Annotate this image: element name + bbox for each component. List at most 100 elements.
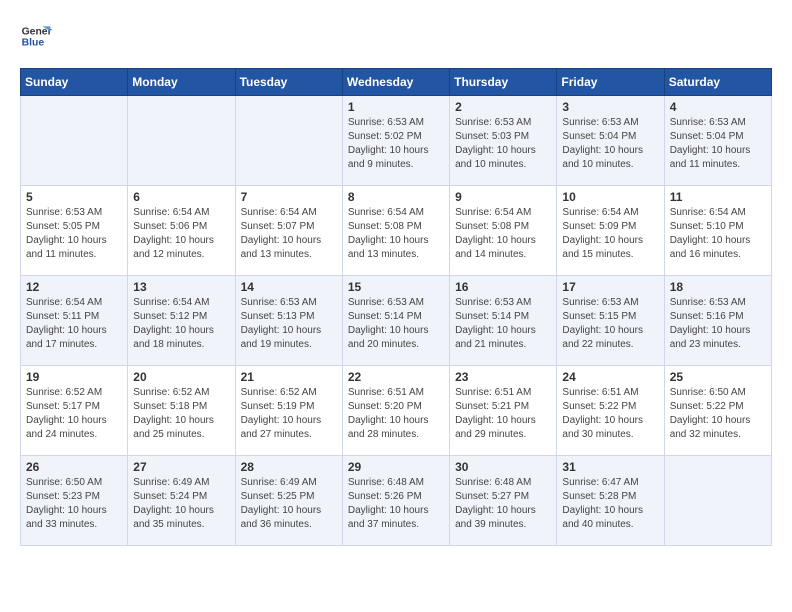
- day-info: Sunrise: 6:53 AM Sunset: 5:02 PM Dayligh…: [348, 116, 444, 172]
- calendar-cell: [235, 96, 342, 186]
- calendar-week-row: 19 Sunrise: 6:52 AM Sunset: 5:17 PM Dayli…: [21, 366, 772, 456]
- day-info: Sunrise: 6:48 AM Sunset: 5:26 PM Dayligh…: [348, 476, 444, 532]
- calendar-cell: 10 Sunrise: 6:54 AM Sunset: 5:09 PM Dayli…: [557, 186, 664, 276]
- day-number: 8: [348, 190, 444, 204]
- day-info: Sunrise: 6:49 AM Sunset: 5:24 PM Dayligh…: [133, 476, 229, 532]
- day-number: 26: [26, 460, 122, 474]
- logo: General Blue: [20, 20, 52, 52]
- calendar-cell: 4 Sunrise: 6:53 AM Sunset: 5:04 PM Daylig…: [664, 96, 771, 186]
- day-info: Sunrise: 6:54 AM Sunset: 5:08 PM Dayligh…: [348, 206, 444, 262]
- day-info: Sunrise: 6:49 AM Sunset: 5:25 PM Dayligh…: [241, 476, 337, 532]
- calendar-cell: 3 Sunrise: 6:53 AM Sunset: 5:04 PM Daylig…: [557, 96, 664, 186]
- day-info: Sunrise: 6:53 AM Sunset: 5:16 PM Dayligh…: [670, 296, 766, 352]
- calendar-cell: 19 Sunrise: 6:52 AM Sunset: 5:17 PM Dayli…: [21, 366, 128, 456]
- calendar-cell: 11 Sunrise: 6:54 AM Sunset: 5:10 PM Dayli…: [664, 186, 771, 276]
- calendar-cell: 13 Sunrise: 6:54 AM Sunset: 5:12 PM Dayli…: [128, 276, 235, 366]
- day-header-sunday: Sunday: [21, 69, 128, 96]
- day-number: 23: [455, 370, 551, 384]
- day-number: 22: [348, 370, 444, 384]
- day-number: 29: [348, 460, 444, 474]
- day-header-saturday: Saturday: [664, 69, 771, 96]
- calendar-header-row: SundayMondayTuesdayWednesdayThursdayFrid…: [21, 69, 772, 96]
- day-number: 11: [670, 190, 766, 204]
- day-info: Sunrise: 6:54 AM Sunset: 5:09 PM Dayligh…: [562, 206, 658, 262]
- day-info: Sunrise: 6:53 AM Sunset: 5:13 PM Dayligh…: [241, 296, 337, 352]
- day-info: Sunrise: 6:50 AM Sunset: 5:22 PM Dayligh…: [670, 386, 766, 442]
- day-info: Sunrise: 6:50 AM Sunset: 5:23 PM Dayligh…: [26, 476, 122, 532]
- day-number: 13: [133, 280, 229, 294]
- page-header: General Blue: [20, 20, 772, 52]
- calendar-cell: 24 Sunrise: 6:51 AM Sunset: 5:22 PM Dayli…: [557, 366, 664, 456]
- calendar-cell: 15 Sunrise: 6:53 AM Sunset: 5:14 PM Dayli…: [342, 276, 449, 366]
- day-header-monday: Monday: [128, 69, 235, 96]
- day-number: 9: [455, 190, 551, 204]
- day-header-thursday: Thursday: [450, 69, 557, 96]
- day-number: 17: [562, 280, 658, 294]
- day-header-wednesday: Wednesday: [342, 69, 449, 96]
- day-number: 16: [455, 280, 551, 294]
- day-info: Sunrise: 6:52 AM Sunset: 5:18 PM Dayligh…: [133, 386, 229, 442]
- day-info: Sunrise: 6:47 AM Sunset: 5:28 PM Dayligh…: [562, 476, 658, 532]
- day-info: Sunrise: 6:53 AM Sunset: 5:05 PM Dayligh…: [26, 206, 122, 262]
- calendar-cell: 8 Sunrise: 6:54 AM Sunset: 5:08 PM Daylig…: [342, 186, 449, 276]
- calendar-cell: 28 Sunrise: 6:49 AM Sunset: 5:25 PM Dayli…: [235, 456, 342, 546]
- calendar-cell: 23 Sunrise: 6:51 AM Sunset: 5:21 PM Dayli…: [450, 366, 557, 456]
- day-header-friday: Friday: [557, 69, 664, 96]
- day-number: 20: [133, 370, 229, 384]
- day-number: 21: [241, 370, 337, 384]
- day-number: 6: [133, 190, 229, 204]
- day-number: 25: [670, 370, 766, 384]
- day-info: Sunrise: 6:53 AM Sunset: 5:04 PM Dayligh…: [670, 116, 766, 172]
- calendar-cell: 6 Sunrise: 6:54 AM Sunset: 5:06 PM Daylig…: [128, 186, 235, 276]
- calendar-week-row: 5 Sunrise: 6:53 AM Sunset: 5:05 PM Daylig…: [21, 186, 772, 276]
- day-info: Sunrise: 6:54 AM Sunset: 5:12 PM Dayligh…: [133, 296, 229, 352]
- day-info: Sunrise: 6:54 AM Sunset: 5:11 PM Dayligh…: [26, 296, 122, 352]
- calendar-cell: 22Sunrise: 6:51 AM Sunset: 5:20 PM Dayli…: [342, 366, 449, 456]
- calendar-cell: 12 Sunrise: 6:54 AM Sunset: 5:11 PM Dayli…: [21, 276, 128, 366]
- calendar-week-row: 12 Sunrise: 6:54 AM Sunset: 5:11 PM Dayli…: [21, 276, 772, 366]
- day-info: Sunrise: 6:54 AM Sunset: 5:07 PM Dayligh…: [241, 206, 337, 262]
- day-info: Sunrise: 6:53 AM Sunset: 5:03 PM Dayligh…: [455, 116, 551, 172]
- calendar-body: 1Sunrise: 6:53 AM Sunset: 5:02 PM Daylig…: [21, 96, 772, 546]
- day-number: 15: [348, 280, 444, 294]
- svg-text:Blue: Blue: [22, 38, 45, 49]
- day-info: Sunrise: 6:53 AM Sunset: 5:04 PM Dayligh…: [562, 116, 658, 172]
- calendar-table: SundayMondayTuesdayWednesdayThursdayFrid…: [20, 68, 772, 546]
- calendar-cell: 16Sunrise: 6:53 AM Sunset: 5:14 PM Dayli…: [450, 276, 557, 366]
- day-number: 7: [241, 190, 337, 204]
- calendar-cell: 1Sunrise: 6:53 AM Sunset: 5:02 PM Daylig…: [342, 96, 449, 186]
- calendar-week-row: 1Sunrise: 6:53 AM Sunset: 5:02 PM Daylig…: [21, 96, 772, 186]
- day-number: 2: [455, 100, 551, 114]
- day-header-tuesday: Tuesday: [235, 69, 342, 96]
- calendar-cell: 7 Sunrise: 6:54 AM Sunset: 5:07 PM Daylig…: [235, 186, 342, 276]
- day-info: Sunrise: 6:53 AM Sunset: 5:14 PM Dayligh…: [348, 296, 444, 352]
- calendar-cell: 18Sunrise: 6:53 AM Sunset: 5:16 PM Dayli…: [664, 276, 771, 366]
- logo-icon: General Blue: [20, 20, 52, 52]
- day-info: Sunrise: 6:54 AM Sunset: 5:10 PM Dayligh…: [670, 206, 766, 262]
- day-number: 3: [562, 100, 658, 114]
- day-info: Sunrise: 6:52 AM Sunset: 5:17 PM Dayligh…: [26, 386, 122, 442]
- day-info: Sunrise: 6:54 AM Sunset: 5:06 PM Dayligh…: [133, 206, 229, 262]
- calendar-cell: 21Sunrise: 6:52 AM Sunset: 5:19 PM Dayli…: [235, 366, 342, 456]
- calendar-cell: 31 Sunrise: 6:47 AM Sunset: 5:28 PM Dayli…: [557, 456, 664, 546]
- day-number: 10: [562, 190, 658, 204]
- day-number: 31: [562, 460, 658, 474]
- day-number: 24: [562, 370, 658, 384]
- calendar-cell: 26 Sunrise: 6:50 AM Sunset: 5:23 PM Dayli…: [21, 456, 128, 546]
- calendar-cell: 27Sunrise: 6:49 AM Sunset: 5:24 PM Dayli…: [128, 456, 235, 546]
- calendar-cell: 14 Sunrise: 6:53 AM Sunset: 5:13 PM Dayli…: [235, 276, 342, 366]
- calendar-cell: 9Sunrise: 6:54 AM Sunset: 5:08 PM Daylig…: [450, 186, 557, 276]
- day-info: Sunrise: 6:51 AM Sunset: 5:21 PM Dayligh…: [455, 386, 551, 442]
- day-number: 4: [670, 100, 766, 114]
- day-number: 30: [455, 460, 551, 474]
- day-number: 28: [241, 460, 337, 474]
- calendar-cell: 29 Sunrise: 6:48 AM Sunset: 5:26 PM Dayli…: [342, 456, 449, 546]
- day-number: 14: [241, 280, 337, 294]
- calendar-cell: 20 Sunrise: 6:52 AM Sunset: 5:18 PM Dayli…: [128, 366, 235, 456]
- day-info: Sunrise: 6:53 AM Sunset: 5:15 PM Dayligh…: [562, 296, 658, 352]
- day-number: 5: [26, 190, 122, 204]
- day-info: Sunrise: 6:51 AM Sunset: 5:22 PM Dayligh…: [562, 386, 658, 442]
- day-number: 19: [26, 370, 122, 384]
- calendar-week-row: 26 Sunrise: 6:50 AM Sunset: 5:23 PM Dayli…: [21, 456, 772, 546]
- day-number: 12: [26, 280, 122, 294]
